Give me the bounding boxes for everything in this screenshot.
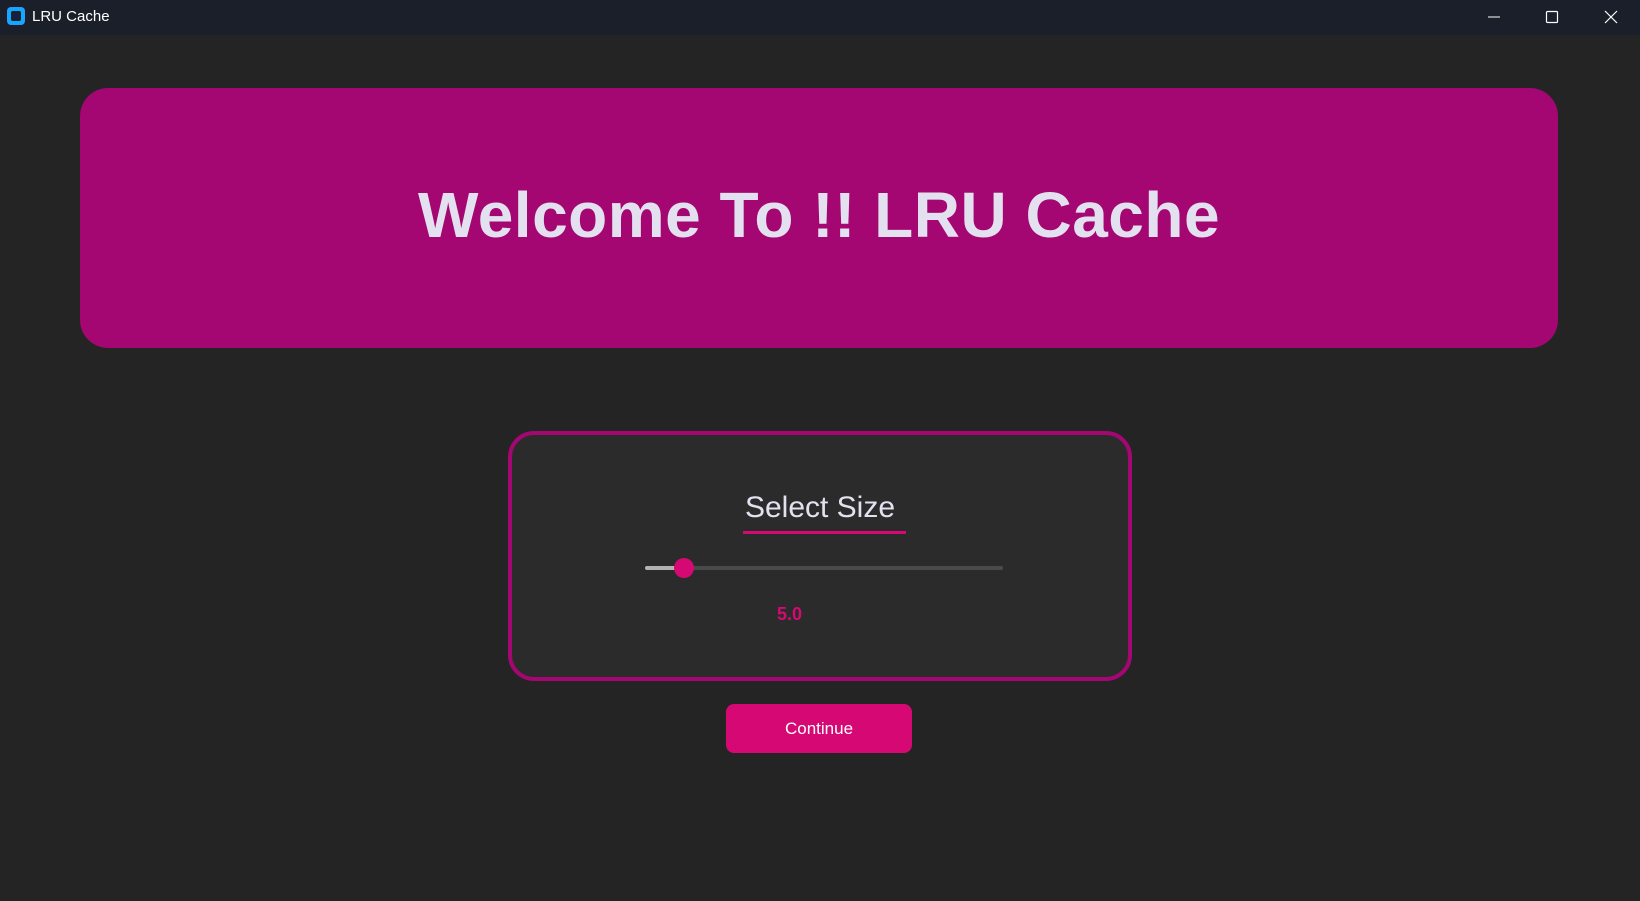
continue-button[interactable]: Continue <box>726 704 912 753</box>
minimize-icon <box>1488 16 1500 18</box>
banner-title: Welcome To !! LRU Cache <box>417 179 1221 251</box>
welcome-banner: Welcome To !! LRU Cache <box>80 88 1558 348</box>
close-button[interactable] <box>1582 0 1640 35</box>
size-slider[interactable] <box>645 558 1003 578</box>
window-titlebar: LRU Cache <box>0 0 1640 35</box>
maximize-button[interactable] <box>1523 0 1581 35</box>
minimize-button[interactable] <box>1465 0 1523 35</box>
slider-track <box>645 566 1003 570</box>
close-icon <box>1604 10 1618 24</box>
select-size-heading: Select Size <box>744 491 896 524</box>
maximize-icon <box>1545 10 1559 24</box>
window-title: LRU Cache <box>32 8 110 25</box>
slider-thumb[interactable] <box>674 558 695 578</box>
size-selection-panel: Select Size 5.0 <box>508 431 1132 681</box>
app-icon <box>7 7 25 25</box>
heading-underline <box>743 531 906 534</box>
slider-value: 5.0 <box>776 604 803 624</box>
